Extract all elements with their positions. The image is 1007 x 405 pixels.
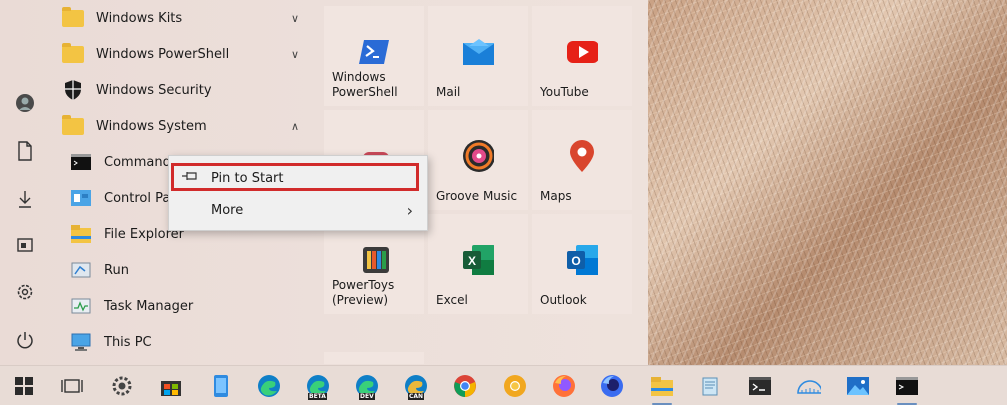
app-list-item-label: This PC	[104, 334, 152, 350]
firefox-icon[interactable]	[552, 374, 576, 398]
menu-item-label: More	[211, 202, 244, 218]
tile-label: YouTube	[540, 85, 589, 99]
tile-windows-powershell[interactable]: Windows PowerShell	[324, 6, 424, 106]
tile-youtube[interactable]: YouTube	[532, 6, 632, 106]
tile-label: Excel	[436, 293, 468, 307]
chrome-canary-icon[interactable]	[503, 374, 527, 398]
command-prompt-icon[interactable]	[895, 374, 919, 405]
tile-label: PowerToys (Preview)	[332, 278, 395, 307]
windows-start-icon[interactable]	[12, 374, 36, 398]
highlight-box	[171, 163, 419, 191]
app-list-item-label: Windows Security	[96, 82, 212, 98]
menu-item-more[interactable]: More ›	[169, 195, 427, 225]
tile-mail[interactable]: Mail	[428, 6, 528, 106]
tile-maps[interactable]: Maps	[532, 110, 632, 210]
chevron-down-icon: ∨	[290, 47, 299, 61]
tile-excel[interactable]: X Excel	[428, 214, 528, 314]
store-icon[interactable]	[159, 374, 183, 398]
start-menu: Windows Kits ∨ Windows PowerShell ∨ Wind…	[0, 0, 648, 365]
app-list-item-windows-system[interactable]: Windows System ∧	[60, 108, 315, 144]
photos-icon[interactable]	[846, 374, 870, 398]
user-icon[interactable]	[12, 90, 38, 116]
can-badge: CAN	[408, 393, 425, 400]
edge-beta-icon[interactable]: BETA	[306, 374, 330, 400]
app-list-item-task-manager[interactable]: Task Manager	[68, 288, 323, 324]
task-manager-icon	[68, 293, 94, 319]
folder-icon	[60, 41, 86, 67]
tile-outlook[interactable]: O Outlook	[532, 214, 632, 314]
youtube-icon	[566, 36, 598, 68]
app-list-item-label: Windows System	[96, 118, 207, 134]
svg-text:X: X	[468, 254, 476, 268]
run-icon	[68, 257, 94, 283]
tile-groove-music[interactable]: Groove Music	[428, 110, 528, 210]
phone-icon[interactable]	[209, 374, 233, 398]
settings-icon[interactable]	[110, 374, 134, 398]
excel-icon: X	[462, 244, 494, 276]
edge-dev-icon[interactable]: DEV	[355, 374, 379, 400]
chevron-down-icon: ∨	[290, 11, 299, 25]
app-list-item-label: Windows PowerShell	[96, 46, 230, 62]
powershell-icon	[358, 36, 390, 68]
file-explorer-icon[interactable]	[650, 374, 674, 405]
tile-label: Outlook	[540, 293, 587, 307]
app-list-item-label: Run	[104, 262, 129, 278]
svg-text:O: O	[571, 254, 580, 268]
desktop-wallpaper	[648, 0, 1007, 365]
left-rail	[0, 80, 50, 365]
tile-label: Groove Music	[436, 189, 518, 203]
notepad-icon[interactable]	[698, 374, 722, 398]
firefox-nightly-icon[interactable]	[600, 374, 624, 398]
chevron-right-icon: ›	[406, 200, 413, 220]
document-icon[interactable]	[12, 138, 38, 164]
file-explorer-icon	[68, 221, 94, 247]
app-list-item-this-pc[interactable]: This PC	[68, 324, 323, 360]
settings-icon[interactable]	[12, 279, 38, 305]
terminal-icon[interactable]	[748, 374, 772, 398]
shield-icon	[60, 77, 86, 103]
gallery-icon[interactable]	[12, 232, 38, 258]
chrome-icon[interactable]	[453, 374, 477, 398]
app-list-item-windows-powershell[interactable]: Windows PowerShell ∨	[60, 36, 315, 72]
folder-icon	[60, 113, 86, 139]
tile-label: Mail	[436, 85, 461, 99]
tile-label: Windows PowerShell	[332, 70, 398, 99]
tile-label: Maps	[540, 189, 572, 203]
powertoys-icon	[360, 244, 392, 276]
task-view-icon[interactable]	[60, 374, 84, 398]
mail-icon	[462, 36, 494, 68]
app-list-item-windows-kits[interactable]: Windows Kits ∨	[60, 0, 315, 36]
groove-music-icon	[462, 140, 494, 172]
command-prompt-icon	[68, 149, 94, 175]
download-icon[interactable]	[12, 186, 38, 212]
app-list-item-windows-security[interactable]: Windows Security	[60, 72, 315, 108]
chevron-up-icon: ∧	[290, 119, 299, 133]
context-menu: Pin to Start More ›	[168, 155, 428, 231]
ruler-icon[interactable]	[797, 374, 821, 398]
outlook-icon: O	[566, 244, 598, 276]
edge-icon[interactable]	[257, 374, 281, 398]
dev-badge: DEV	[359, 393, 375, 400]
tile-partial[interactable]	[324, 352, 424, 364]
maps-icon	[566, 140, 598, 172]
this-pc-icon	[68, 329, 94, 355]
power-icon[interactable]	[12, 327, 38, 353]
edge-canary-icon[interactable]: CAN	[404, 374, 428, 400]
app-list-item-run[interactable]: Run	[68, 252, 323, 288]
app-list-item-label: Windows Kits	[96, 10, 183, 26]
taskbar: BETA DEV CAN	[0, 365, 1007, 405]
control-panel-icon	[68, 185, 94, 211]
beta-badge: BETA	[308, 393, 327, 400]
app-list-item-label: Task Manager	[104, 298, 194, 314]
folder-icon	[60, 5, 86, 31]
